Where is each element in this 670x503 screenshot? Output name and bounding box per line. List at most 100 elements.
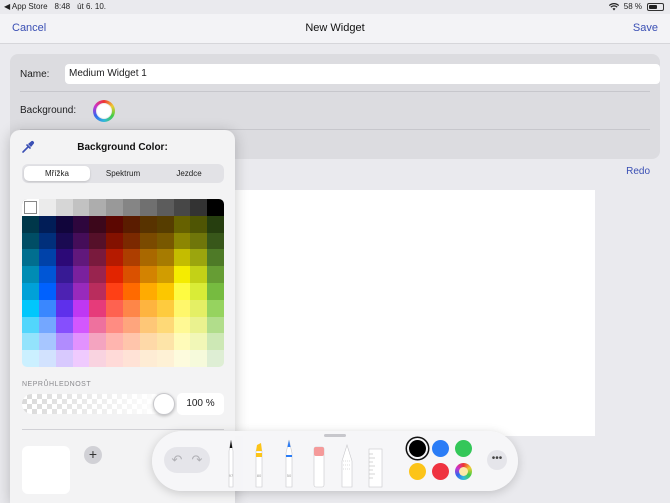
color-grid-cell[interactable] bbox=[207, 199, 224, 216]
opacity-value-field[interactable]: 100 % bbox=[177, 393, 224, 415]
pencil-tool-icon[interactable]: 50 bbox=[280, 439, 298, 489]
color-grid-cell[interactable] bbox=[38, 299, 56, 317]
color-grid-cell[interactable] bbox=[156, 199, 174, 216]
color-grid-cell[interactable] bbox=[106, 333, 123, 351]
color-grid-cell[interactable] bbox=[38, 199, 56, 216]
color-grid-cell[interactable] bbox=[89, 282, 107, 300]
color-grid-cell[interactable] bbox=[106, 350, 123, 367]
color-grid-cell[interactable] bbox=[156, 299, 174, 317]
color-black-swatch[interactable] bbox=[409, 440, 426, 457]
color-grid-cell[interactable] bbox=[89, 333, 107, 351]
color-grid-cell[interactable] bbox=[22, 249, 39, 267]
save-button[interactable]: Save bbox=[633, 22, 658, 34]
color-grid-cell[interactable] bbox=[190, 350, 208, 367]
color-grid-cell[interactable] bbox=[173, 282, 191, 300]
color-grid-cell[interactable] bbox=[38, 215, 56, 233]
color-grid-cell[interactable] bbox=[207, 266, 224, 283]
color-grid-cell[interactable] bbox=[123, 249, 140, 267]
color-blue-swatch[interactable] bbox=[432, 440, 449, 457]
color-grid-cell[interactable] bbox=[190, 282, 208, 300]
color-grid-cell[interactable] bbox=[72, 316, 90, 334]
color-grid-cell[interactable] bbox=[106, 282, 123, 300]
color-grid-cell[interactable] bbox=[139, 232, 157, 250]
color-grid-cell[interactable] bbox=[190, 316, 208, 334]
color-grid-cell[interactable] bbox=[38, 232, 56, 250]
color-grid-cell[interactable] bbox=[173, 299, 191, 317]
color-grid-cell[interactable] bbox=[72, 215, 90, 233]
saved-swatch[interactable] bbox=[22, 446, 70, 494]
tab-sliders[interactable]: Jezdce bbox=[156, 166, 222, 181]
color-grid-cell[interactable] bbox=[190, 199, 208, 216]
color-grid-cell[interactable] bbox=[55, 316, 73, 334]
color-grid-cell[interactable] bbox=[123, 333, 140, 351]
opacity-slider-thumb[interactable] bbox=[153, 393, 175, 415]
color-grid-cell[interactable] bbox=[207, 232, 224, 250]
palette-drag-handle[interactable] bbox=[324, 434, 346, 437]
drawing-canvas[interactable] bbox=[175, 190, 595, 436]
color-grid-cell[interactable] bbox=[22, 282, 39, 300]
color-grid-cell[interactable] bbox=[139, 282, 157, 300]
color-grid-cell[interactable] bbox=[22, 199, 39, 216]
color-grid-cell[interactable] bbox=[173, 316, 191, 334]
color-grid-cell[interactable] bbox=[22, 266, 39, 283]
color-grid-cell[interactable] bbox=[55, 350, 73, 367]
color-grid-cell[interactable] bbox=[38, 282, 56, 300]
color-grid-cell[interactable] bbox=[89, 316, 107, 334]
tab-spectrum[interactable]: Spektrum bbox=[90, 166, 156, 181]
color-red-swatch[interactable] bbox=[432, 463, 449, 480]
redo-button[interactable]: Redo bbox=[626, 166, 650, 177]
color-grid-cell[interactable] bbox=[55, 333, 73, 351]
color-grid-cell[interactable] bbox=[38, 350, 56, 367]
color-grid-cell[interactable] bbox=[106, 199, 123, 216]
color-grid-cell[interactable] bbox=[22, 232, 39, 250]
color-grid-cell[interactable] bbox=[190, 333, 208, 351]
color-grid-cell[interactable] bbox=[72, 199, 90, 216]
color-grid-cell[interactable] bbox=[123, 316, 140, 334]
color-grid-cell[interactable] bbox=[207, 249, 224, 267]
color-grid-cell[interactable] bbox=[123, 232, 140, 250]
color-grid-cell[interactable] bbox=[55, 299, 73, 317]
background-color-well[interactable] bbox=[93, 100, 115, 122]
color-grid-cell[interactable] bbox=[22, 215, 39, 233]
color-grid-cell[interactable] bbox=[156, 316, 174, 334]
color-grid-cell[interactable] bbox=[55, 232, 73, 250]
color-grid-cell[interactable] bbox=[190, 266, 208, 283]
color-grid-cell[interactable] bbox=[38, 333, 56, 351]
color-grid-cell[interactable] bbox=[55, 199, 73, 216]
color-grid-cell[interactable] bbox=[207, 316, 224, 334]
color-grid-cell[interactable] bbox=[156, 215, 174, 233]
color-grid-cell[interactable] bbox=[139, 350, 157, 367]
color-grid-cell[interactable] bbox=[89, 232, 107, 250]
color-grid-cell[interactable] bbox=[156, 333, 174, 351]
color-grid-cell[interactable] bbox=[123, 199, 140, 216]
color-grid-cell[interactable] bbox=[173, 350, 191, 367]
color-grid-cell[interactable] bbox=[106, 299, 123, 317]
color-yellow-swatch[interactable] bbox=[409, 463, 426, 480]
color-grid-cell[interactable] bbox=[156, 232, 174, 250]
color-grid-cell[interactable] bbox=[38, 249, 56, 267]
color-grid-cell[interactable] bbox=[89, 215, 107, 233]
color-grid-cell[interactable] bbox=[139, 266, 157, 283]
color-grid-cell[interactable] bbox=[173, 199, 191, 216]
color-grid-cell[interactable] bbox=[123, 215, 140, 233]
color-grid-cell[interactable] bbox=[89, 249, 107, 267]
color-wheel-icon[interactable] bbox=[455, 463, 472, 480]
color-grid-cell[interactable] bbox=[72, 282, 90, 300]
color-grid-cell[interactable] bbox=[139, 249, 157, 267]
add-swatch-button[interactable]: + bbox=[84, 446, 102, 464]
color-grid-cell[interactable] bbox=[173, 333, 191, 351]
tab-grid[interactable]: Mřížka bbox=[24, 166, 90, 181]
color-grid-cell[interactable] bbox=[55, 282, 73, 300]
color-grid-cell[interactable] bbox=[156, 282, 174, 300]
lasso-tool-icon[interactable] bbox=[338, 439, 356, 489]
color-grid-cell[interactable] bbox=[38, 266, 56, 283]
color-grid-cell[interactable] bbox=[55, 266, 73, 283]
marker-tool-icon[interactable]: 80 bbox=[250, 439, 268, 489]
color-grid-cell[interactable] bbox=[55, 215, 73, 233]
redo-icon[interactable]: ↷ bbox=[189, 452, 205, 468]
color-grid-cell[interactable] bbox=[139, 199, 157, 216]
color-grid-cell[interactable] bbox=[22, 299, 39, 317]
color-grid-cell[interactable] bbox=[173, 232, 191, 250]
color-grid-cell[interactable] bbox=[72, 350, 90, 367]
color-grid-cell[interactable] bbox=[173, 215, 191, 233]
